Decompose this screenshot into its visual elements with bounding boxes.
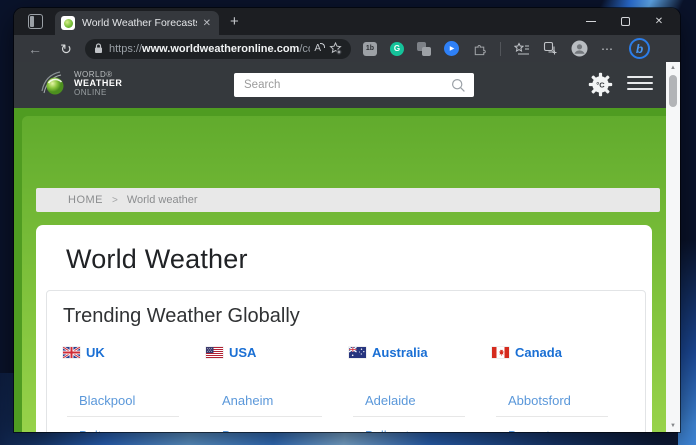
city-link[interactable]: Bolton: [63, 428, 200, 432]
site-content: WORLD® WEATHER ONLINE: [14, 62, 666, 432]
minimize-icon: [586, 21, 596, 23]
breadcrumb-home-link[interactable]: HOME: [68, 194, 103, 206]
url-text: https://www.worldweatheronline.com/cou..…: [109, 43, 310, 55]
divider: [210, 416, 322, 417]
back-icon[interactable]: ←: [26, 42, 44, 56]
divider: [496, 416, 608, 417]
logo-text: WORLD® WEATHER ONLINE: [74, 71, 122, 97]
city-link[interactable]: Abbotsford: [492, 393, 629, 417]
trending-column-australia: Australia Adelaide Ballarat: [349, 345, 486, 432]
trending-card: Trending Weather Globally: [46, 290, 646, 432]
search-icon[interactable]: [451, 78, 466, 93]
breadcrumb-separator: >: [112, 195, 118, 206]
maximize-button[interactable]: [608, 8, 642, 35]
trending-column-canada: Canada Abbotsford Brampton: [492, 345, 629, 432]
scroll-down-icon[interactable]: ▼: [666, 423, 680, 429]
browser-toolbar: ← ↻ https://www.worldweatheronline.com/c…: [14, 35, 680, 62]
city-link[interactable]: Adelaide: [349, 393, 486, 417]
read-aloud-icon[interactable]: A: [314, 43, 321, 54]
bing-discover-icon[interactable]: b: [629, 38, 650, 59]
page-title: World Weather: [66, 244, 652, 275]
lock-icon: [94, 43, 103, 54]
site-logo[interactable]: WORLD® WEATHER ONLINE: [38, 69, 122, 99]
trending-column-uk: UK Blackpool Bolton: [63, 345, 200, 432]
url-path: /cou...: [299, 43, 310, 55]
city-link[interactable]: Ballarat: [349, 428, 486, 432]
country-name: USA: [229, 345, 256, 360]
add-favorite-icon[interactable]: [329, 42, 342, 55]
favorites-icon[interactable]: [514, 42, 530, 56]
country-name: Canada: [515, 345, 562, 360]
page-viewport: WORLD® WEATHER ONLINE: [14, 62, 680, 432]
url-domain: www.worldweatheronline.com: [142, 43, 299, 55]
city-link[interactable]: Bronx: [206, 428, 343, 432]
tab-actions-menu-icon[interactable]: [28, 14, 43, 29]
search-input[interactable]: [234, 73, 451, 97]
grammarly-extension-icon[interactable]: G: [390, 42, 404, 56]
browser-tab[interactable]: World Weather Forecasts | World ✕: [55, 11, 219, 35]
scrollbar-thumb[interactable]: [669, 75, 677, 107]
city-list: Anaheim Bronx: [206, 393, 343, 432]
city-list: Abbotsford Brampton: [492, 393, 629, 432]
address-bar[interactable]: https://www.worldweatheronline.com/cou..…: [85, 39, 351, 59]
australia-flag-icon: [349, 347, 366, 358]
site-header: WORLD® WEATHER ONLINE: [14, 62, 666, 108]
trending-title: Trending Weather Globally: [63, 305, 629, 328]
toolbar-divider: [500, 42, 501, 56]
hero-banner: HOME > World weather World Weather Trend…: [14, 108, 666, 432]
country-link-uk[interactable]: UK: [63, 345, 200, 360]
extension-grey-icon[interactable]: [417, 42, 431, 56]
uk-flag-icon: [63, 347, 80, 358]
city-link[interactable]: Brampton: [492, 428, 629, 432]
profile-avatar-icon[interactable]: [571, 40, 588, 57]
extension-1b-icon[interactable]: 1b: [363, 42, 377, 56]
city-link[interactable]: Blackpool: [63, 393, 200, 417]
tab-title: World Weather Forecasts | World: [82, 17, 197, 29]
main-content: World Weather Trending Weather Globally: [36, 225, 652, 432]
country-name: UK: [86, 345, 105, 360]
page-scrollbar[interactable]: ▲ ▼: [666, 62, 680, 432]
menu-hamburger-icon[interactable]: [627, 76, 653, 94]
collections-icon[interactable]: [543, 41, 558, 56]
site-favicon-icon: [61, 16, 75, 30]
breadcrumb-current: World weather: [127, 194, 198, 206]
divider: [67, 416, 179, 417]
minimize-button[interactable]: [574, 8, 608, 35]
breadcrumb: HOME > World weather: [36, 188, 660, 212]
refresh-icon[interactable]: ↻: [57, 42, 75, 56]
scroll-up-icon[interactable]: ▲: [666, 65, 680, 71]
tab-close-icon[interactable]: ✕: [201, 18, 213, 29]
browser-tab-strip: World Weather Forecasts | World ✕ + ✕: [14, 8, 680, 35]
country-link-usa[interactable]: USA: [206, 345, 343, 360]
city-list: Blackpool Bolton: [63, 393, 200, 432]
country-link-canada[interactable]: Canada: [492, 345, 629, 360]
settings-more-icon[interactable]: ⋯: [601, 42, 614, 56]
trending-grid: UK Blackpool Bolton: [63, 345, 629, 432]
new-tab-button[interactable]: +: [230, 14, 239, 29]
divider: [353, 416, 465, 417]
search-box: [234, 73, 474, 97]
extensions-puzzle-icon[interactable]: [472, 41, 487, 56]
maximize-icon: [621, 17, 630, 26]
usa-flag-icon: [206, 347, 223, 358]
browser-window: World Weather Forecasts | World ✕ + ✕ ← …: [14, 8, 680, 432]
city-list: Adelaide Ballarat: [349, 393, 486, 432]
temperature-unit-gear-icon[interactable]: °C: [587, 71, 614, 98]
window-controls: ✕: [574, 8, 676, 35]
canada-flag-icon: [492, 347, 509, 358]
url-scheme: https://: [109, 43, 142, 55]
city-link[interactable]: Anaheim: [206, 393, 343, 417]
close-window-button[interactable]: ✕: [642, 8, 676, 35]
svg-text:°C: °C: [596, 80, 605, 89]
desktop-wallpaper-right: [678, 240, 696, 445]
logo-globe-icon: [38, 69, 68, 99]
extension-video-icon[interactable]: ▶: [444, 41, 459, 56]
country-name: Australia: [372, 345, 428, 360]
country-link-australia[interactable]: Australia: [349, 345, 486, 360]
trending-column-usa: USA Anaheim Bronx: [206, 345, 343, 432]
